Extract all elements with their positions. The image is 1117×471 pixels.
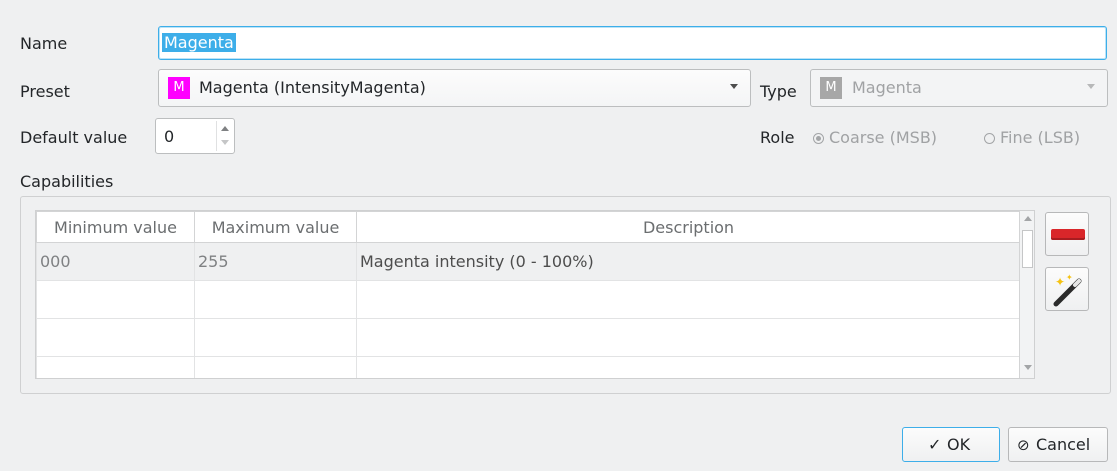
type-swatch-icon: M (820, 77, 842, 99)
name-label: Name (20, 34, 68, 53)
cell-description[interactable]: Magenta intensity (0 - 100%) (356, 242, 1021, 281)
cell-empty[interactable] (194, 318, 357, 357)
remove-capability-button[interactable] (1045, 212, 1089, 256)
preset-value: Magenta (IntensityMagenta) (199, 78, 426, 97)
cell-empty[interactable] (356, 356, 1021, 378)
column-header-max[interactable]: Maximum value (194, 211, 357, 243)
capabilities-label: Capabilities (20, 172, 114, 191)
preset-combobox[interactable]: M Magenta (IntensityMagenta) (158, 69, 751, 107)
preset-swatch-icon: M (168, 77, 190, 99)
type-value: Magenta (852, 78, 922, 97)
column-header-description[interactable]: Description (356, 211, 1021, 243)
cell-empty[interactable] (36, 318, 195, 357)
cancel-icon: ⊘ (1017, 436, 1030, 454)
capabilities-table[interactable]: Minimum value Maximum value Description … (35, 210, 1035, 379)
radio-unchecked-icon (984, 133, 995, 144)
checkmark-icon: ✓ (928, 435, 942, 454)
scrollbar-thumb[interactable] (1022, 230, 1033, 268)
default-value-spinbox[interactable]: 0 (155, 118, 235, 154)
cell-empty[interactable] (36, 356, 195, 378)
arrow-up-icon[interactable] (221, 126, 229, 131)
cell-max[interactable]: 255 (194, 242, 357, 281)
wizard-button[interactable]: ✦ ✦ (1045, 267, 1089, 311)
role-coarse-label: Coarse (MSB) (829, 128, 938, 147)
name-value: Magenta (162, 33, 236, 52)
default-value-label: Default value (20, 128, 128, 147)
ok-button[interactable]: ✓ OK (902, 427, 1000, 462)
ok-label: OK (947, 435, 971, 454)
name-field[interactable]: Magenta (158, 26, 1107, 60)
scroll-down-icon[interactable] (1024, 365, 1032, 370)
table-row[interactable] (36, 318, 1021, 357)
column-header-min[interactable]: Minimum value (36, 211, 195, 243)
role-label: Role (760, 128, 795, 147)
table-row[interactable] (36, 280, 1021, 319)
svg-text:✦: ✦ (1055, 275, 1065, 289)
role-fine-label: Fine (LSB) (1000, 128, 1081, 147)
cell-empty[interactable] (36, 280, 195, 319)
role-fine-radio[interactable]: Fine (LSB) (984, 128, 1080, 148)
cancel-button[interactable]: ⊘ Cancel (1008, 427, 1108, 462)
remove-icon (1051, 229, 1085, 240)
vertical-scrollbar[interactable] (1019, 211, 1034, 378)
cell-empty[interactable] (356, 318, 1021, 357)
table-row[interactable] (36, 356, 1021, 378)
type-label: Type (760, 82, 797, 101)
arrow-down-icon[interactable] (221, 140, 229, 145)
scroll-up-icon[interactable] (1024, 216, 1032, 221)
default-value: 0 (164, 127, 175, 146)
cell-empty[interactable] (194, 356, 357, 378)
chevron-down-icon (730, 84, 738, 89)
type-combobox[interactable]: M Magenta (810, 69, 1108, 107)
svg-text:✦: ✦ (1066, 273, 1073, 282)
table-row[interactable]: 000 255 Magenta intensity (0 - 100%) (36, 242, 1021, 281)
magic-wand-icon: ✦ ✦ (1053, 273, 1082, 307)
role-coarse-radio[interactable]: Coarse (MSB) (813, 128, 937, 148)
cell-empty[interactable] (356, 280, 1021, 319)
cancel-label: Cancel (1036, 435, 1091, 454)
spin-buttons[interactable] (216, 121, 233, 151)
cell-empty[interactable] (194, 280, 357, 319)
chevron-down-icon (1087, 84, 1095, 89)
cell-min[interactable]: 000 (36, 242, 195, 281)
radio-checked-icon (813, 133, 824, 144)
preset-label: Preset (20, 82, 70, 101)
